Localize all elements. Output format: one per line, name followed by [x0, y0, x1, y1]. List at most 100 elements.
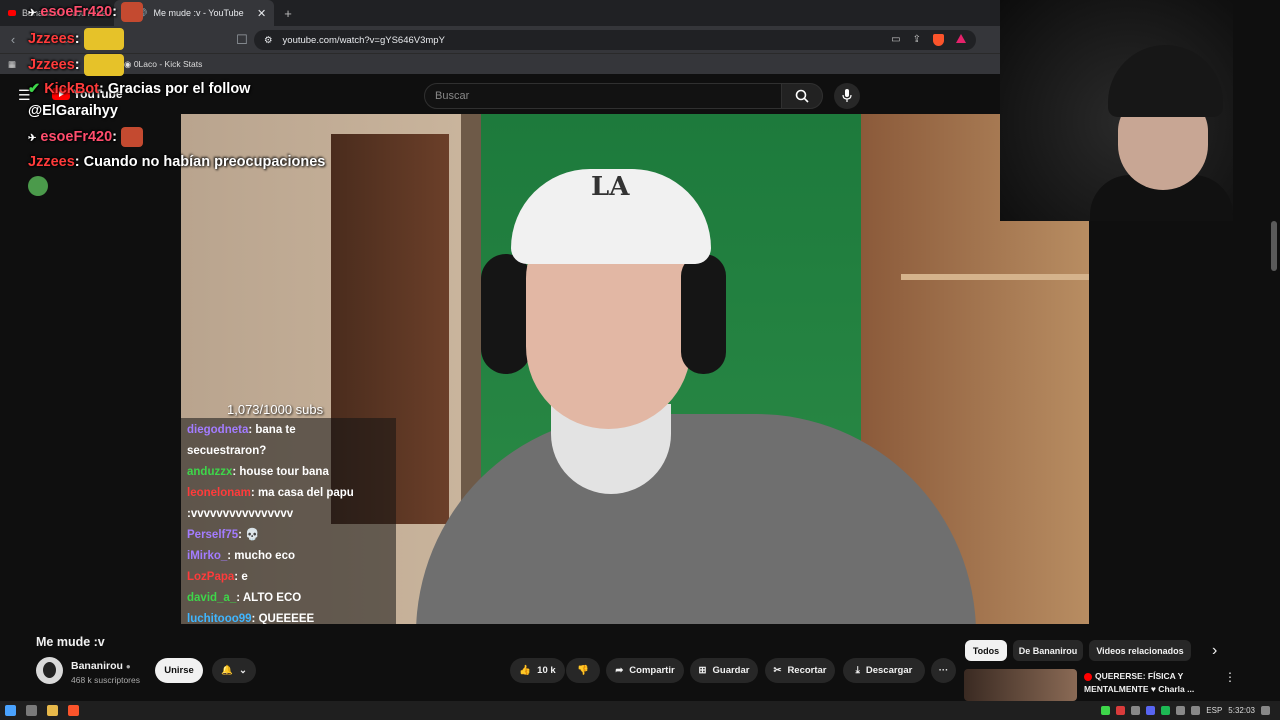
file-explorer-icon[interactable] — [47, 705, 58, 716]
emote-icon — [121, 127, 144, 147]
search-taskbar-icon[interactable] — [26, 705, 37, 716]
video-title: Me mude :v — [36, 635, 105, 649]
subs-counter: 1,073/1000 subs — [227, 402, 324, 417]
thumbs-up-icon: 👍 — [519, 665, 532, 676]
chat-username: anduzzx — [187, 466, 233, 478]
tab-bananirou[interactable]: Bananirou - YouTube — [0, 0, 114, 26]
tab-me-mude[interactable]: 🔊 Me mude :v - YouTube ✕ — [114, 0, 275, 26]
pepe-emote-icon — [28, 176, 48, 196]
youtube-favicon-icon — [8, 10, 16, 16]
clock[interactable]: 5:32:03 — [1228, 706, 1255, 715]
wifi-icon[interactable] — [1176, 706, 1186, 715]
discord-icon[interactable] — [1146, 706, 1156, 715]
tray-app-icon[interactable] — [1131, 706, 1141, 715]
chat-username: david_a_ — [187, 592, 237, 604]
search-input[interactable]: Buscar — [424, 83, 782, 109]
tab-label: Me mude :v - YouTube — [153, 8, 244, 18]
related-video-thumbnail[interactable] — [964, 669, 1077, 701]
brave-shield-icon[interactable] — [933, 34, 944, 46]
more-actions-button[interactable]: ··· — [931, 658, 956, 683]
volume-icon[interactable] — [1191, 706, 1201, 715]
close-tab-icon[interactable]: ✕ — [257, 7, 266, 20]
clip-button[interactable]: ✂ Recortar — [765, 658, 835, 683]
channel-avatar[interactable] — [36, 657, 63, 684]
spotify-icon[interactable] — [1161, 706, 1171, 715]
brave-rewards-icon[interactable] — [956, 34, 966, 43]
dislike-button[interactable]: 👎 — [566, 658, 600, 683]
channel-name[interactable]: Bananirou ● — [71, 660, 131, 672]
address-bar[interactable]: ⚙ youtube.com/watch?v=gYS646V3mpY ▭ ⇪ — [254, 30, 976, 50]
bell-icon: 🔔 — [221, 665, 233, 676]
live-icon — [1084, 672, 1092, 681]
chat-text: house tour bana — [239, 466, 329, 478]
chip-videos-relacionados[interactable]: Videos relacionados — [1089, 640, 1191, 661]
share-button[interactable]: ➦ Compartir — [606, 658, 684, 683]
headphones-right — [681, 254, 726, 374]
chips-next-arrow-icon[interactable]: › — [1212, 642, 1217, 660]
back-button[interactable]: ‹ — [0, 32, 26, 47]
video-chat-message: david_a_: ALTO ECO — [187, 592, 302, 604]
join-button[interactable]: Unirse — [155, 658, 203, 683]
browser-navbar: ‹ › ↻ ☐ ⚙ youtube.com/watch?v=gYS646V3mp… — [0, 26, 1000, 53]
download-button[interactable]: ⤓ Descargar — [843, 658, 925, 683]
microphone-icon — [842, 89, 852, 102]
video-scene-shelf — [901, 274, 1089, 280]
language-indicator[interactable]: ESP — [1206, 706, 1222, 715]
scrollbar[interactable] — [1271, 221, 1277, 271]
browser-tab-strip: Bananirou - YouTube 🔊 Me mude :v - YouTu… — [0, 0, 1000, 26]
chat-text: :vvvvvvvvvvvvvvvv — [187, 508, 294, 520]
tray-app-icon[interactable] — [1116, 706, 1126, 715]
rocket-badge-icon: ✈ — [28, 132, 37, 144]
site-info-icon[interactable]: ⚙ — [264, 35, 273, 46]
share-arrow-icon: ➦ — [615, 665, 624, 676]
new-tab-button[interactable]: + — [274, 6, 302, 21]
video-chat-message: Perself75: 💀 — [187, 529, 260, 541]
video-chat-message: secuestraron? — [187, 441, 390, 462]
tray-app-icon[interactable] — [1101, 706, 1111, 715]
tab-label: Bananirou - YouTube — [22, 8, 107, 18]
share-icon[interactable]: ⇪ — [913, 34, 921, 46]
chat-username: Perself75 — [187, 529, 239, 541]
bookmarks-bar: ▦ ◉ 0Laco - Kick Stats — [0, 53, 1000, 74]
windows-start-icon[interactable] — [5, 705, 16, 716]
youtube-logo[interactable]: YouTube — [52, 87, 123, 101]
chat-text: bana te — [255, 424, 296, 436]
kick-favicon-icon: ◉ — [124, 58, 132, 69]
cast-icon[interactable]: ▭ — [891, 34, 900, 46]
overlay-chat-message: ✈ esoeFr420: — [28, 127, 144, 147]
webcam-beanie — [1108, 45, 1223, 117]
bookmark-kick-stats[interactable]: ◉ 0Laco - Kick Stats — [124, 59, 202, 70]
chat-username: esoeFr420 — [40, 128, 113, 145]
related-menu-icon[interactable]: ⋮ — [1224, 670, 1236, 684]
screen: Bananirou - YouTube 🔊 Me mude :v - YouTu… — [0, 0, 1280, 720]
save-button[interactable]: ⊞ Guardar — [690, 658, 758, 683]
video-chat-message: anduzzx: house tour bana — [187, 466, 329, 478]
notifications-button[interactable]: 🔔 ⌄ — [212, 658, 256, 683]
related-video-title[interactable]: QUERERSE: FÍSICA Y MENTALMENTE ♥ Charla … — [1084, 670, 1224, 696]
chat-text: ALTO ECO — [242, 592, 302, 604]
chat-username: leonelonam — [187, 487, 251, 499]
search-button[interactable] — [781, 83, 823, 109]
audio-icon[interactable]: 🔊 — [136, 8, 147, 19]
save-label: Guardar — [712, 665, 750, 676]
chat-text: secuestraron? — [187, 445, 267, 457]
brave-browser-icon[interactable] — [68, 705, 79, 716]
chat-text: mucho eco — [234, 550, 296, 562]
apps-grid-icon[interactable]: ▦ — [8, 59, 16, 70]
reload-button[interactable]: ↻ — [52, 32, 78, 48]
like-button[interactable]: 👍 10 k — [510, 658, 565, 683]
overlay-chat-message — [28, 176, 48, 196]
voice-search-button[interactable] — [834, 83, 860, 109]
youtube-favicon-icon — [122, 10, 131, 16]
notifications-icon[interactable] — [1261, 706, 1270, 715]
chat-username: diegodneta — [187, 424, 249, 436]
watch-metadata: Me mude :v Bananirou ● 468 k suscriptore… — [0, 624, 1280, 701]
search-icon — [795, 89, 809, 103]
chip-de-bananirou[interactable]: De Bananirou — [1013, 640, 1083, 661]
chip-todos[interactable]: Todos — [965, 640, 1007, 661]
forward-button[interactable]: › — [26, 32, 52, 47]
menu-icon[interactable]: ☰ — [18, 87, 31, 104]
video-chat-message: leonelonam: ma casa del papu — [187, 487, 354, 499]
verified-icon: ● — [125, 662, 131, 671]
bookmark-icon[interactable]: ☐ — [229, 32, 255, 48]
